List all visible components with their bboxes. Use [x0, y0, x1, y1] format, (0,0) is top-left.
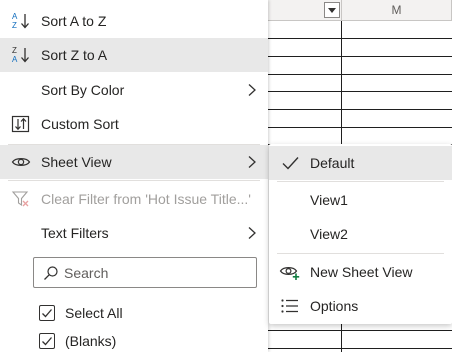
- row-line: [268, 109, 452, 110]
- new-sheet-view-label: New Sheet View: [310, 264, 413, 280]
- sort-by-color-label: Sort By Color: [41, 82, 125, 98]
- blanks-label: (Blanks): [65, 333, 117, 349]
- row-line: [268, 348, 452, 349]
- svg-text:A: A: [12, 55, 18, 64]
- custom-sort-label: Custom Sort: [41, 116, 119, 132]
- sort-by-color-item[interactable]: Sort By Color: [0, 73, 268, 107]
- submenu-view1-label: View1: [310, 192, 348, 208]
- submenu-view2-item[interactable]: View2: [269, 217, 452, 251]
- select-all-checkbox[interactable]: [39, 305, 55, 321]
- row-line: [268, 127, 452, 128]
- sort-z-to-a-label: Sort Z to A: [41, 47, 108, 63]
- sheet-view-submenu: Default View1 View2 New Sheet View Optio…: [269, 144, 452, 324]
- select-all-checkbox-row[interactable]: Select All: [39, 302, 123, 324]
- select-all-label: Select All: [65, 305, 123, 321]
- sort-ascending-icon: A Z: [11, 12, 31, 30]
- svg-text:A: A: [12, 12, 18, 21]
- triangle-down-icon: [328, 8, 336, 13]
- sort-a-to-z-label: Sort A to Z: [41, 13, 107, 29]
- row-line: [268, 74, 452, 75]
- filter-dropdown-button[interactable]: [324, 2, 340, 18]
- new-sheet-view-item[interactable]: New Sheet View: [269, 255, 452, 289]
- clear-filter-icon: [11, 190, 31, 208]
- row-line: [268, 38, 452, 39]
- list-options-icon: [279, 297, 301, 315]
- row-line: [268, 91, 452, 92]
- sheet-view-label: Sheet View: [41, 154, 112, 170]
- submenu-default-label: Default: [310, 155, 355, 171]
- text-filters-item[interactable]: Text Filters: [0, 216, 268, 250]
- column-header-m[interactable]: M: [342, 0, 452, 21]
- sort-descending-icon: Z A: [11, 46, 31, 64]
- submenu-view2-label: View2: [310, 226, 348, 242]
- search-icon: [44, 266, 58, 280]
- filter-dropdown-menu: A Z Sort A to Z Z A Sort Z to A Sort By …: [0, 0, 268, 352]
- checkmark-icon: [279, 154, 301, 172]
- submenu-view1-item[interactable]: View1: [269, 183, 452, 217]
- clear-filter-item[interactable]: Clear Filter from 'Hot Issue Title...': [0, 182, 268, 216]
- custom-sort-icon: [11, 115, 31, 133]
- menu-separator: [8, 180, 260, 181]
- svg-text:Z: Z: [12, 46, 17, 55]
- svg-text:Z: Z: [12, 21, 17, 30]
- checkmark-icon: [42, 337, 52, 346]
- submenu-separator: [277, 253, 444, 254]
- sort-a-to-z-item[interactable]: A Z Sort A to Z: [0, 4, 268, 38]
- eye-icon: [11, 153, 31, 171]
- blanks-checkbox[interactable]: [39, 333, 55, 349]
- chevron-right-icon: [248, 156, 256, 168]
- clear-filter-label: Clear Filter from 'Hot Issue Title...': [41, 191, 251, 207]
- chevron-right-icon: [248, 227, 256, 239]
- submenu-separator: [277, 181, 444, 182]
- options-item[interactable]: Options: [269, 289, 452, 323]
- checkmark-icon: [42, 309, 52, 318]
- sheet-view-item[interactable]: Sheet View: [0, 145, 268, 179]
- submenu-default-item[interactable]: Default: [269, 146, 452, 180]
- sort-z-to-a-item[interactable]: Z A Sort Z to A: [0, 38, 268, 72]
- search-input[interactable]: [64, 262, 250, 283]
- options-label: Options: [310, 298, 359, 314]
- eye-plus-icon: [279, 263, 301, 281]
- chevron-right-icon: [248, 84, 256, 96]
- screenshot-stage: M A Z Sort A to Z Z A Sort Z to A Sort B…: [0, 0, 452, 352]
- text-filters-label: Text Filters: [41, 225, 109, 241]
- row-line: [268, 56, 452, 57]
- custom-sort-item[interactable]: Custom Sort: [0, 107, 268, 141]
- search-box[interactable]: [33, 257, 257, 288]
- row-line: [268, 330, 452, 331]
- blanks-checkbox-row[interactable]: (Blanks): [39, 330, 116, 352]
